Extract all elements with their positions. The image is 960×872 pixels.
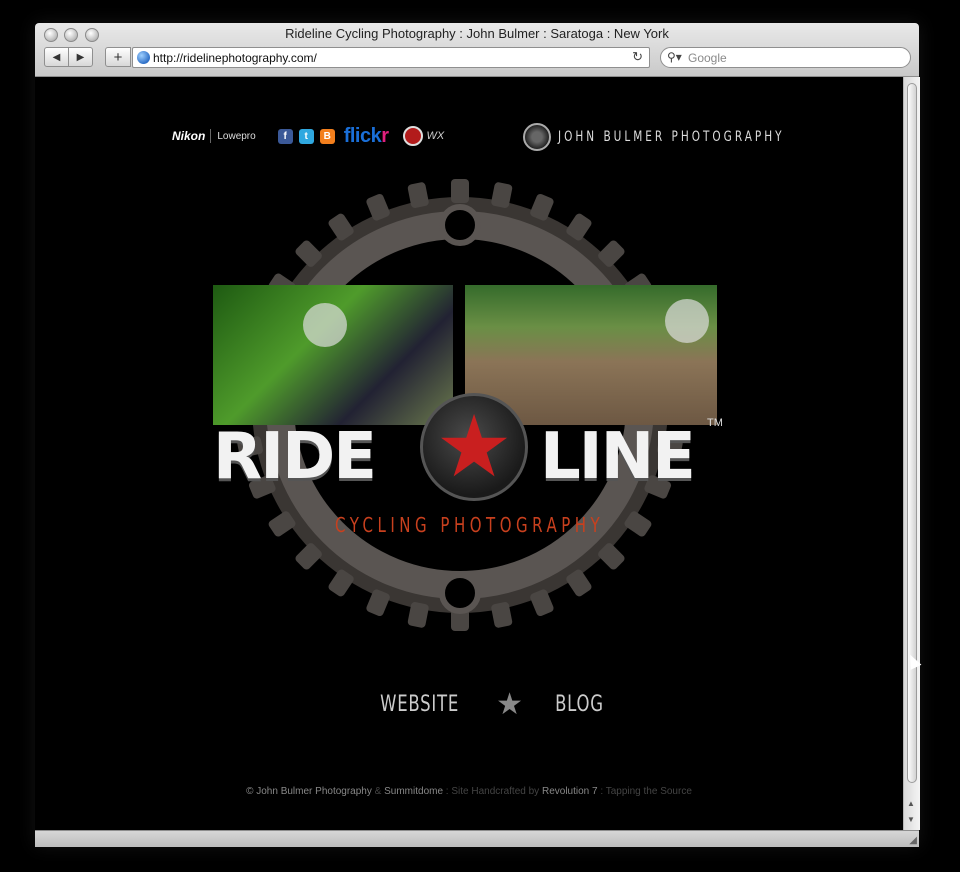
logo-line-text: LINE: [540, 420, 696, 494]
address-bar[interactable]: http://ridelinephotography.com/ ↻: [132, 47, 650, 68]
flickr-logo-a: flick: [343, 124, 382, 147]
wx-logo[interactable]: WX: [402, 126, 445, 146]
reload-icon[interactable]: ↻: [632, 49, 643, 65]
nikon-logo[interactable]: Nikon: [172, 129, 212, 143]
blogger-icon[interactable]: B: [319, 128, 335, 144]
website-link[interactable]: WEBSITE: [380, 692, 459, 717]
twitter-icon[interactable]: t: [298, 128, 314, 144]
sponsor-bar: Nikon Lowepro f t B flickr WX: [172, 123, 444, 149]
footer-revolution[interactable]: Revolution 7: [542, 786, 598, 797]
flickr-logo-b: r: [381, 124, 389, 147]
footer-handcrafted: : Site Handcrafted by: [443, 786, 542, 797]
url-text: http://ridelinephotography.com/: [153, 51, 317, 65]
facebook-icon[interactable]: f: [277, 128, 293, 144]
forward-button[interactable]: ▶: [68, 47, 93, 67]
globe-icon: [137, 51, 150, 64]
add-bookmark-button[interactable]: +: [105, 47, 131, 67]
footer-copyright[interactable]: © John Bulmer Photography: [246, 786, 372, 797]
octopus-emblem-icon: [523, 123, 551, 151]
trademark-mark: TM: [707, 417, 723, 429]
john-bulmer-brand[interactable]: JOHN BULMER PHOTOGRAPHY: [523, 123, 860, 151]
vertical-scrollbar[interactable]: ▲ ▼: [903, 77, 920, 830]
red-star-icon: ★: [420, 393, 528, 501]
chainring-bolt-top: [439, 204, 481, 246]
photo-rider-forest[interactable]: [213, 285, 453, 425]
blog-link[interactable]: BLOG: [555, 692, 604, 717]
wx-mark-icon: [402, 126, 423, 146]
search-input[interactable]: ⚲▾ Google: [660, 47, 911, 68]
chainring-bolt-bottom: [439, 572, 481, 614]
status-bar: ◢: [35, 830, 919, 847]
chainring-tooth: [451, 179, 469, 203]
search-icon: ⚲▾: [667, 50, 682, 64]
browser-window: Rideline Cycling Photography : John Bulm…: [35, 23, 920, 847]
scroll-thumb[interactable]: [907, 83, 917, 783]
wx-label: WX: [426, 130, 445, 142]
rider-helmet-left: [303, 303, 347, 347]
footer-amp: &: [371, 786, 385, 797]
window-title: Rideline Cycling Photography : John Bulm…: [285, 26, 669, 41]
footer-tapping: : Tapping the Source: [597, 786, 692, 797]
rider-helmet-right: [665, 299, 709, 343]
footer: © John Bulmer Photography & Summitdome :…: [35, 786, 903, 797]
scroll-down-icon[interactable]: ▼: [907, 815, 915, 824]
main-nav: WEBSITE ★ BLOG: [367, 687, 612, 722]
browser-chrome: Rideline Cycling Photography : John Bulm…: [35, 23, 919, 77]
lowepro-logo[interactable]: Lowepro: [217, 131, 255, 142]
brand-name: JOHN BULMER PHOTOGRAPHY: [558, 129, 785, 145]
tagline: CYCLING PHOTOGRAPHY: [335, 513, 605, 537]
scroll-up-icon[interactable]: ▲: [907, 799, 915, 808]
star-divider-icon: ★: [496, 688, 524, 721]
flickr-logo[interactable]: flickr: [344, 125, 389, 148]
footer-summitdome[interactable]: Summitdome: [384, 786, 443, 797]
page-content: Nikon Lowepro f t B flickr WX JOHN BULME…: [35, 77, 903, 830]
resize-grip-icon[interactable]: ◢: [909, 835, 917, 846]
back-button[interactable]: ◀: [44, 47, 69, 67]
logo-ride-text: RIDE: [213, 420, 377, 494]
search-placeholder: Google: [688, 51, 727, 65]
